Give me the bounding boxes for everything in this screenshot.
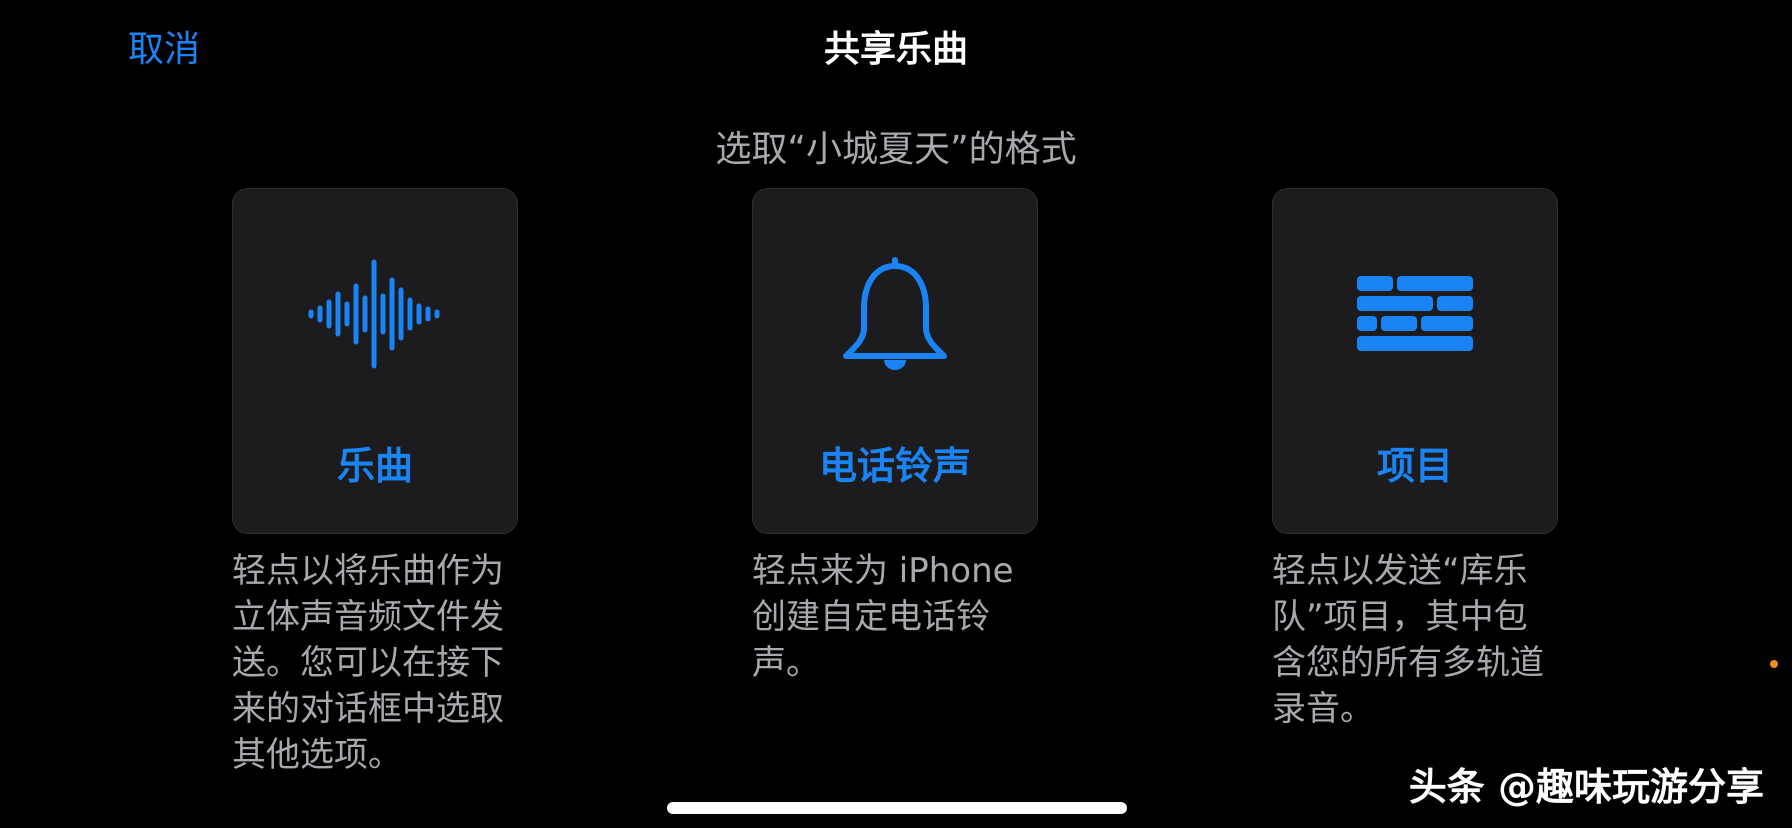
option-description-project: 轻点以发送“库乐队”项目，其中包含您的所有多轨道录音。 bbox=[1272, 551, 1544, 729]
option-card-ringtone[interactable]: 电话铃声 bbox=[752, 188, 1038, 534]
format-prompt: 选取“小城夏天”的格式 bbox=[715, 129, 1077, 170]
page-title: 共享乐曲 bbox=[823, 29, 968, 70]
option-description-song: 轻点以将乐曲作为立体声音频文件发送。您可以在接下来的对话框中选取其他选项。 bbox=[232, 551, 504, 775]
option-description-ringtone: 轻点来为 iPhone 创建自定电话铃声。 bbox=[752, 551, 1014, 683]
option-card-project[interactable]: 项目 bbox=[1272, 188, 1558, 534]
waveform-icon bbox=[233, 249, 517, 379]
status-indicator-dot bbox=[1770, 660, 1778, 668]
option-label-ringtone: 电话铃声 bbox=[818, 444, 971, 488]
watermark-text: 头条 @趣味玩游分享 bbox=[1408, 765, 1764, 809]
bell-icon bbox=[753, 249, 1037, 379]
home-indicator[interactable] bbox=[667, 802, 1127, 814]
option-label-project: 项目 bbox=[1376, 444, 1453, 488]
option-label-song: 乐曲 bbox=[336, 444, 413, 488]
project-bricks-icon bbox=[1273, 249, 1557, 379]
option-card-song[interactable]: 乐曲 bbox=[232, 188, 518, 534]
